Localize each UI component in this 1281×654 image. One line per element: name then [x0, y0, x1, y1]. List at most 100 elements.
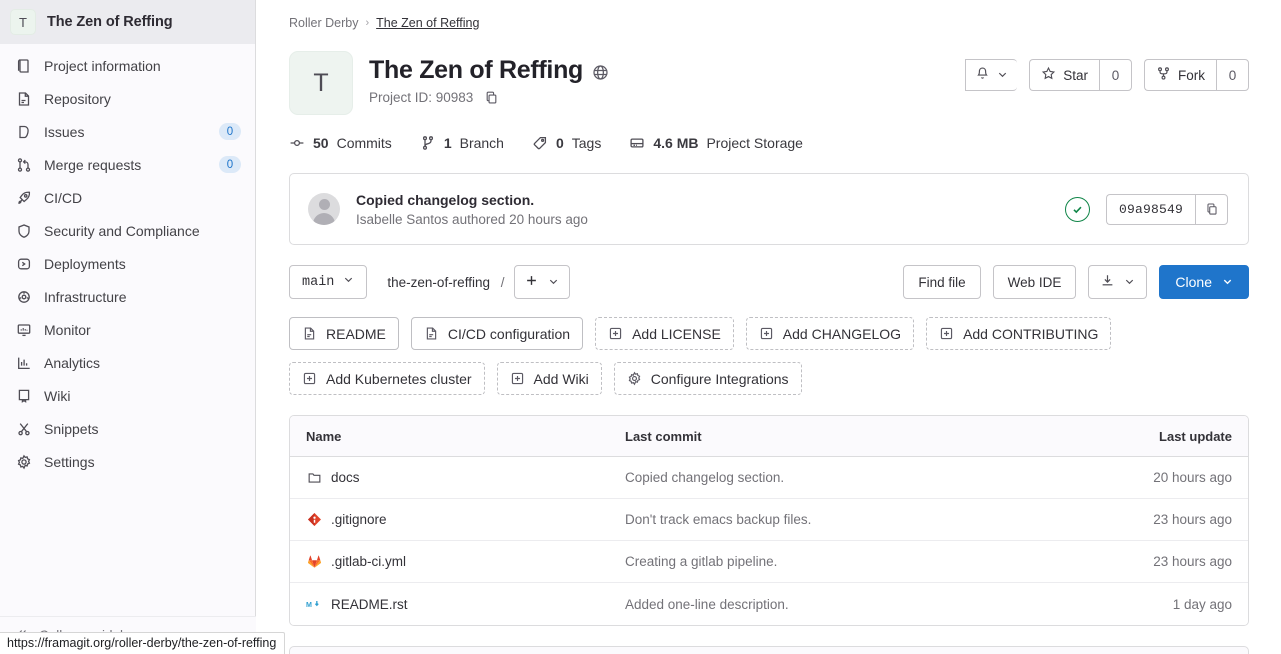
sidebar-item-repository[interactable]: Repository	[0, 82, 255, 115]
sidebar-item-wiki[interactable]: Wiki	[0, 379, 255, 412]
chevron-down-icon	[997, 68, 1008, 83]
path-root[interactable]: the-zen-of-reffing	[387, 275, 490, 290]
table-row[interactable]: .gitignore Don't track emacs backup file…	[290, 499, 1248, 541]
plus-icon	[525, 274, 538, 290]
book-icon	[15, 57, 32, 74]
clone-button[interactable]: Clone	[1159, 265, 1249, 299]
gitlab-icon	[306, 554, 322, 570]
copy-icon[interactable]	[484, 90, 499, 105]
chart-icon	[15, 354, 32, 371]
quick-action-cicd-configuration[interactable]: CI/CD configuration	[410, 317, 584, 350]
sidebar-item-label: Merge requests	[44, 156, 142, 173]
notification-button[interactable]	[965, 59, 1018, 91]
file-commit[interactable]: Added one-line description.	[625, 597, 1068, 612]
table-header: Name Last commit Last update	[290, 416, 1248, 457]
sidebar-item-deployments[interactable]: Deployments	[0, 247, 255, 280]
sidebar-item-issues[interactable]: Issues 0	[0, 115, 255, 148]
sidebar-item-label: Infrastructure	[44, 288, 127, 305]
quick-action-label: README	[326, 325, 386, 342]
project-title-text: The Zen of Reffing	[369, 56, 584, 84]
file-commit[interactable]: Copied changelog section.	[625, 470, 1068, 485]
page-title: The Zen of Reffing	[369, 56, 609, 85]
table-row[interactable]: .gitlab-ci.yml Creating a gitlab pipelin…	[290, 541, 1248, 583]
readme-panel-header: README.rst	[289, 646, 1249, 654]
commit-icon	[289, 135, 305, 151]
star-label: Star	[1063, 67, 1088, 83]
quick-action-add-wiki[interactable]: Add Wiki	[496, 362, 602, 395]
fork-label: Fork	[1178, 67, 1205, 83]
file-table: Name Last commit Last update docs Copied…	[289, 415, 1249, 626]
sidebar-item-analytics[interactable]: Analytics	[0, 346, 255, 379]
sidebar-item-security-and-compliance[interactable]: Security and Compliance	[0, 214, 255, 247]
file-name-cell[interactable]: docs	[290, 470, 625, 486]
table-row[interactable]: M README.rst Added one-line description.…	[290, 583, 1248, 625]
stat-value: 4.6 MB	[653, 135, 699, 151]
breadcrumb-project[interactable]: The Zen of Reffing	[376, 16, 479, 30]
stat-value: 1	[443, 135, 452, 151]
quick-action-label: Add CONTRIBUTING	[963, 325, 1099, 342]
gitlab-project-page: T The Zen of Reffing Project information…	[0, 0, 1281, 654]
rocket-icon	[15, 189, 32, 206]
sidebar-item-label: Monitor	[44, 321, 91, 338]
sidebar-item-infrastructure[interactable]: Infrastructure	[0, 280, 255, 313]
find-file-button[interactable]: Find file	[903, 265, 981, 299]
sidebar-item-merge-requests[interactable]: Merge requests 0	[0, 148, 255, 181]
stat-commits[interactable]: 50 Commits	[289, 135, 392, 151]
download-button[interactable]	[1088, 265, 1148, 299]
quick-action-readme[interactable]: README	[289, 317, 399, 350]
column-header-name: Name	[306, 428, 342, 444]
add-to-repository-button[interactable]	[513, 265, 570, 299]
quick-action-add-kubernetes-cluster[interactable]: Add Kubernetes cluster	[289, 362, 485, 395]
file-name-cell[interactable]: .gitignore	[290, 512, 625, 528]
file-name-cell[interactable]: .gitlab-ci.yml	[290, 554, 625, 570]
quick-action-add-contributing[interactable]: Add CONTRIBUTING	[926, 317, 1112, 350]
commit-message[interactable]: Copied changelog section.	[356, 192, 1049, 208]
fork-count[interactable]: 0	[1216, 59, 1249, 91]
pipeline-success-icon[interactable]	[1064, 196, 1090, 222]
stat-branches[interactable]: 1 Branch	[420, 135, 504, 151]
sidebar: T The Zen of Reffing Project information…	[0, 0, 256, 654]
quick-action-add-license[interactable]: Add LICENSE	[595, 317, 734, 350]
main-content: Roller Derby › The Zen of Reffing T The …	[256, 0, 1281, 654]
last-commit-card: Copied changelog section. Isabelle Santo…	[289, 173, 1249, 245]
plus-square-icon	[608, 326, 623, 341]
monitor-icon	[15, 321, 32, 338]
sidebar-item-snippets[interactable]: Snippets	[0, 412, 255, 445]
sidebar-item-ci-cd[interactable]: CI/CD	[0, 181, 255, 214]
commit-sha[interactable]: 09a98549	[1105, 193, 1195, 225]
stat-tags[interactable]: 0 Tags	[532, 135, 601, 151]
sidebar-project-header[interactable]: T The Zen of Reffing	[0, 0, 255, 44]
branch-selector[interactable]: main	[289, 265, 368, 299]
sidebar-project-name: The Zen of Reffing	[47, 14, 173, 30]
quick-action-add-changelog[interactable]: Add CHANGELOG	[745, 317, 915, 350]
file-commit[interactable]: Don't track emacs backup files.	[625, 512, 1068, 527]
web-ide-button[interactable]: Web IDE	[992, 265, 1077, 299]
file-name: .gitignore	[331, 512, 387, 527]
sidebar-item-label: Deployments	[44, 255, 126, 272]
sidebar-item-settings[interactable]: Settings	[0, 445, 255, 478]
file-icon	[302, 326, 317, 341]
commit-sha-control: 09a98549	[1105, 193, 1228, 225]
notification-dropdown[interactable]	[965, 59, 1018, 91]
file-update: 20 hours ago	[1153, 470, 1232, 485]
stat-label: Tags	[571, 135, 602, 151]
breadcrumb-group[interactable]: Roller Derby	[289, 16, 358, 30]
chevron-down-icon	[1124, 275, 1135, 290]
quick-action-configure-integrations[interactable]: Configure Integrations	[613, 362, 802, 395]
copy-icon[interactable]	[1195, 193, 1228, 225]
file-icon	[424, 326, 439, 341]
table-row[interactable]: docs Copied changelog section. 20 hours …	[290, 457, 1248, 499]
file-commit[interactable]: Creating a gitlab pipeline.	[625, 554, 1068, 569]
sidebar-item-monitor[interactable]: Monitor	[0, 313, 255, 346]
quick-action-label: CI/CD configuration	[447, 325, 571, 342]
clone-label: Clone	[1175, 274, 1212, 290]
stat-storage: 4.6 MB Project Storage	[629, 135, 803, 151]
sidebar-item-project-information[interactable]: Project information	[0, 49, 255, 82]
star-count[interactable]: 0	[1099, 59, 1132, 91]
stat-label: Commits	[336, 135, 392, 151]
star-button[interactable]: Star	[1029, 59, 1099, 91]
fork-button[interactable]: Fork	[1144, 59, 1216, 91]
chevron-down-icon	[343, 274, 354, 290]
file-name-cell[interactable]: M README.rst	[290, 596, 625, 612]
sidebar-item-label: Repository	[44, 90, 111, 107]
